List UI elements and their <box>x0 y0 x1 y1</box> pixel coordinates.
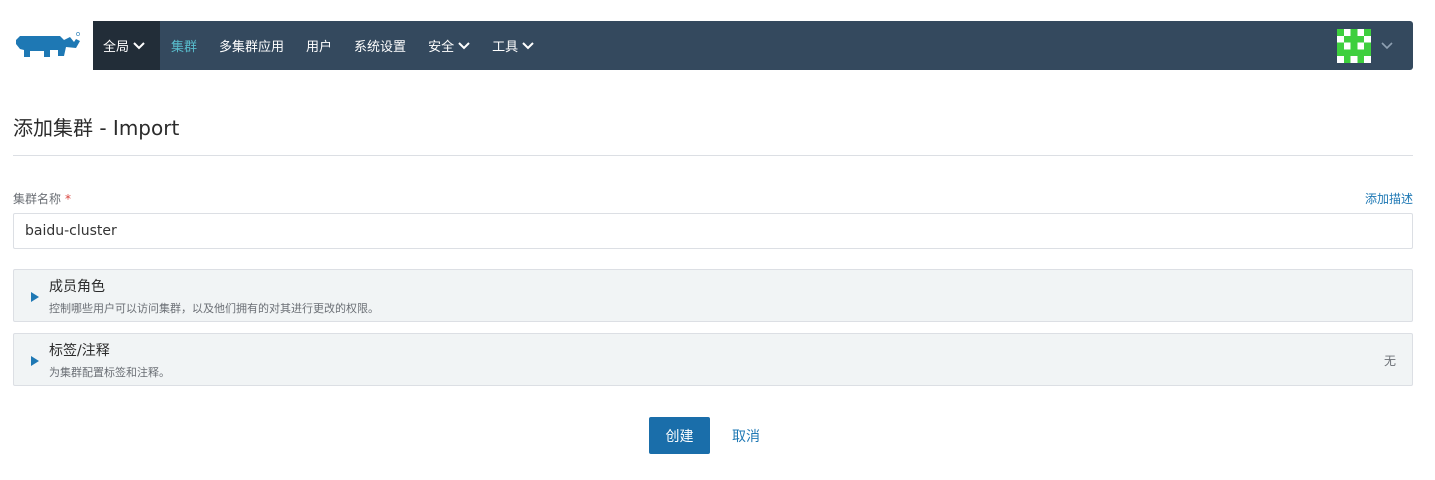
nav-clusters-label: 集群 <box>171 40 198 55</box>
create-button[interactable]: 创建 <box>649 417 710 454</box>
nav-tools[interactable]: 工具 <box>481 21 545 70</box>
labels-annotations-section[interactable]: 标签/注释 为集群配置标签和注释。 无 <box>13 333 1413 386</box>
user-menu[interactable] <box>1337 28 1393 63</box>
cluster-name-label: 集群名称 * <box>13 190 71 207</box>
nav-multi-cluster-apps[interactable]: 多集群应用 <box>208 21 295 70</box>
nav-security[interactable]: 安全 <box>417 21 481 70</box>
chevron-down-icon <box>458 41 470 49</box>
rancher-logo[interactable] <box>14 30 82 62</box>
nav-security-label: 安全 <box>428 40 455 55</box>
avatar <box>1337 28 1371 63</box>
chevron-down-icon <box>1381 41 1393 49</box>
nav-global-label: 全局 <box>103 40 130 55</box>
nav-clusters[interactable]: 集群 <box>160 21 208 70</box>
section-description: 为集群配置标签和注释。 <box>49 366 170 379</box>
nav-global[interactable]: 全局 <box>93 21 160 70</box>
triangle-right-icon <box>31 292 39 302</box>
member-roles-section[interactable]: 成员角色 控制哪些用户可以访问集群，以及他们拥有的对其进行更改的权限。 <box>13 269 1413 322</box>
nav-settings[interactable]: 系统设置 <box>343 21 417 70</box>
cluster-name-label-text: 集群名称 <box>13 192 62 206</box>
nav-users-label: 用户 <box>306 40 333 55</box>
nav-settings-label: 系统设置 <box>354 40 407 55</box>
section-title: 成员角色 <box>49 279 105 295</box>
required-mark: * <box>65 192 72 206</box>
page-title: 添加集群 - Import <box>13 116 180 140</box>
nav-multi-cluster-apps-label: 多集群应用 <box>219 40 285 55</box>
section-status: 无 <box>1383 354 1396 368</box>
triangle-right-icon <box>31 356 39 366</box>
section-description: 控制哪些用户可以访问集群，以及他们拥有的对其进行更改的权限。 <box>49 302 379 315</box>
cancel-button[interactable]: 取消 <box>720 417 772 454</box>
title-divider <box>13 155 1413 156</box>
cluster-name-input[interactable] <box>13 213 1413 249</box>
add-description-link[interactable]: 添加描述 <box>1365 190 1413 207</box>
chevron-down-icon <box>522 41 534 49</box>
top-navigation: 全局 集群 多集群应用 用户 系统设置 安全 工具 <box>93 21 1413 70</box>
chevron-down-icon <box>133 41 145 49</box>
section-title: 标签/注释 <box>49 343 110 359</box>
nav-users[interactable]: 用户 <box>295 21 343 70</box>
nav-tools-label: 工具 <box>492 40 519 55</box>
